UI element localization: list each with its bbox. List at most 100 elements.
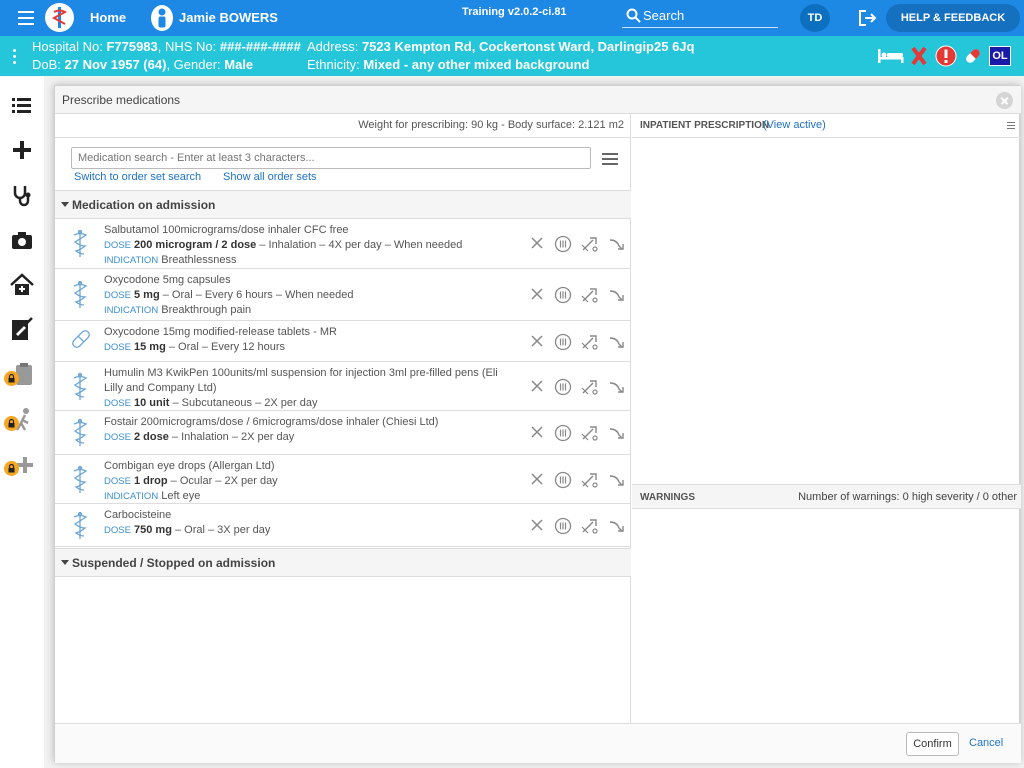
view-active-link[interactable]: (View active) [763, 119, 826, 131]
dose-value: 10 unit [134, 397, 170, 409]
modify-prescription-icon[interactable] [580, 471, 600, 489]
medication-pill-icon[interactable] [962, 45, 984, 67]
alert-exclamation-icon[interactable] [935, 45, 957, 67]
route-frequency: – Inhalation – 4X per day – When needed [256, 239, 463, 251]
prescription-menu-icon[interactable] [1007, 122, 1015, 131]
suspend-icon[interactable] [554, 517, 572, 535]
weight-info: Weight for prescribing: 90 kg - Body sur… [358, 119, 624, 131]
modify-prescription-icon[interactable] [580, 333, 600, 351]
medication-name: Oxycodone 5mg capsules [104, 274, 231, 286]
dose-value: 5 mg [134, 289, 160, 301]
banner-menu-icon[interactable] [13, 49, 16, 67]
inhaler-icon [69, 280, 91, 313]
medication-actions [529, 517, 629, 537]
stop-x-icon[interactable] [529, 286, 545, 302]
ol-badge[interactable]: OL [989, 46, 1011, 66]
dialog-title: Prescribe medications [62, 93, 181, 107]
collapse-triangle-icon[interactable] [61, 202, 69, 207]
medication-actions [529, 333, 629, 353]
app-logo-icon[interactable] [45, 3, 74, 32]
medication-row[interactable]: Oxycodone 5mg capsules DOSE 5 mg – Oral –… [55, 269, 631, 321]
continue-arrow-icon[interactable] [607, 286, 627, 304]
user-avatar[interactable]: TD [800, 4, 830, 32]
indication-line: INDICATION Breakthrough pain [104, 303, 514, 318]
prescribe-medications-dialog: Prescribe medications Weight for prescri… [54, 85, 1021, 763]
suspend-icon[interactable] [554, 235, 572, 253]
warnings-count: Number of warnings: 0 high severity / 0 … [798, 491, 1017, 503]
medication-details: Oxycodone 15mg modified-release tablets … [104, 325, 514, 355]
dose-value: 200 microgram / 2 dose [134, 239, 257, 251]
dose-label: DOSE [104, 432, 131, 443]
patient-banner: Hospital No: F775983, NHS No: ###-###-##… [0, 36, 1024, 76]
stop-x-icon[interactable] [529, 424, 545, 440]
suspend-icon[interactable] [554, 378, 572, 396]
suspend-icon[interactable] [554, 471, 572, 489]
plus-icon[interactable] [6, 134, 38, 166]
section-label: Suspended / Stopped on admission [72, 556, 276, 570]
medication-row[interactable]: Oxycodone 15mg modified-release tablets … [55, 321, 631, 362]
dose-line: DOSE 10 unit – Subcutaneous – 2X per day [104, 396, 514, 411]
suspend-icon[interactable] [554, 286, 572, 304]
top-bar: Home Jamie BOWERS Training v2.0.2-ci.81 … [0, 0, 1024, 36]
medication-name: Carbocisteine [104, 509, 172, 521]
stop-x-icon[interactable] [529, 235, 545, 251]
close-icon[interactable] [996, 92, 1013, 109]
show-all-order-sets-link[interactable]: Show all order sets [223, 171, 317, 183]
continue-arrow-icon[interactable] [607, 235, 627, 253]
medication-row[interactable]: Salbutamol 100micrograms/dose inhaler CF… [55, 219, 631, 269]
continue-arrow-icon[interactable] [607, 517, 627, 535]
modify-prescription-icon[interactable] [580, 517, 600, 535]
cancel-button[interactable]: Cancel [969, 737, 1003, 749]
confirm-button[interactable]: Confirm [906, 732, 959, 756]
continue-arrow-icon[interactable] [607, 424, 627, 442]
global-search[interactable]: Search [622, 5, 778, 28]
medication-details: Oxycodone 5mg capsules DOSE 5 mg – Oral –… [104, 273, 514, 318]
red-x-icon[interactable] [910, 45, 928, 67]
logout-icon[interactable] [858, 9, 878, 27]
stop-x-icon[interactable] [529, 333, 545, 349]
switch-order-set-link[interactable]: Switch to order set search [74, 171, 201, 183]
stop-x-icon[interactable] [529, 378, 545, 394]
list-icon[interactable] [6, 89, 38, 121]
medication-search-box[interactable] [71, 147, 591, 169]
search-options-menu-icon[interactable] [602, 153, 618, 165]
camera-icon[interactable] [6, 224, 38, 256]
dose-label: DOSE [104, 290, 131, 301]
hamburger-menu-icon[interactable] [18, 11, 34, 25]
home-link[interactable]: Home [90, 10, 126, 25]
medication-row[interactable]: Combigan eye drops (Allergan Ltd) DOSE 1 … [55, 455, 631, 504]
dose-line: DOSE 5 mg – Oral – Every 6 hours – When … [104, 288, 514, 303]
modify-prescription-icon[interactable] [580, 286, 600, 304]
section-suspended-stopped[interactable]: Suspended / Stopped on admission [55, 548, 631, 577]
modify-prescription-icon[interactable] [580, 235, 600, 253]
medication-row[interactable]: Humulin M3 KwikPen 100units/ml suspensio… [55, 362, 631, 411]
stethoscope-icon[interactable] [6, 179, 38, 211]
section-medication-on-admission[interactable]: Medication on admission [55, 190, 631, 219]
indication-value: Breakthrough pain [161, 304, 252, 316]
stop-x-icon[interactable] [529, 471, 545, 487]
continue-arrow-icon[interactable] [607, 333, 627, 351]
medication-row[interactable]: Fostair 200micrograms/dose / 6micrograms… [55, 411, 631, 455]
inpatient-prescription-title: INPATIENT PRESCRIPTION [640, 120, 770, 131]
medication-search-input[interactable] [72, 148, 590, 168]
dose-label: DOSE [104, 525, 131, 536]
home-medical-icon[interactable] [6, 269, 38, 301]
collapse-triangle-icon[interactable] [61, 560, 69, 565]
dob-label: DoB: [32, 57, 61, 72]
suspend-icon[interactable] [554, 424, 572, 442]
bed-icon[interactable] [876, 45, 906, 67]
continue-arrow-icon[interactable] [607, 471, 627, 489]
medication-name: Combigan eye drops (Allergan Ltd) [104, 460, 275, 472]
modify-prescription-icon[interactable] [580, 378, 600, 396]
medication-details: Humulin M3 KwikPen 100units/ml suspensio… [104, 366, 514, 411]
stop-x-icon[interactable] [529, 517, 545, 533]
indication-label: INDICATION [104, 305, 159, 316]
medication-row[interactable]: Carbocisteine DOSE 750 mg – Oral – 3X per… [55, 504, 631, 547]
inpatient-prescription-pane: INPATIENT PRESCRIPTION (View active) WAR… [632, 114, 1021, 723]
continue-arrow-icon[interactable] [607, 378, 627, 396]
suspend-icon[interactable] [554, 333, 572, 351]
modify-prescription-icon[interactable] [580, 424, 600, 442]
sign-document-icon[interactable] [6, 314, 38, 346]
patient-name[interactable]: Jamie BOWERS [179, 10, 278, 25]
help-feedback-button[interactable]: HELP & FEEDBACK [886, 4, 1020, 32]
